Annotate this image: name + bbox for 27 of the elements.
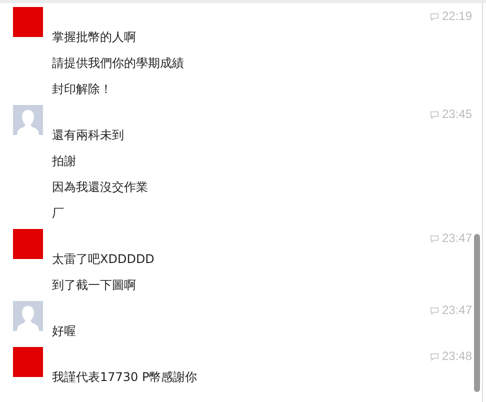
message-text: 封印解除！ <box>52 81 113 98</box>
scrollbar[interactable] <box>474 234 480 392</box>
reply-icon[interactable] <box>430 12 439 20</box>
message-text: 我謹代表17730 P幣感謝你 <box>52 369 198 386</box>
message-text: 請提供我們你的學期成績 <box>52 55 185 72</box>
message-text: 到了截一下圖啊 <box>52 277 137 294</box>
timestamp: 23:47 <box>442 303 472 317</box>
timestamp: 22:19 <box>442 9 472 23</box>
message-text: 還有兩科未到 <box>52 127 125 144</box>
message-text: 太雷了吧XDDDDD <box>52 251 156 268</box>
avatar <box>13 347 43 377</box>
timestamp: 23:48 <box>442 349 472 363</box>
avatar <box>13 7 43 37</box>
avatar <box>13 105 43 135</box>
reply-icon[interactable] <box>430 306 439 314</box>
avatar <box>13 229 43 259</box>
reply-icon[interactable] <box>430 234 439 242</box>
message-text: 因為我還沒交作業 <box>52 179 149 196</box>
reply-icon[interactable] <box>430 110 439 118</box>
message-text: 掌握批幣的人啊 <box>52 29 137 46</box>
timestamp: 23:47 <box>442 231 472 245</box>
message-text: 好喔 <box>52 323 77 340</box>
reply-icon[interactable] <box>430 352 439 360</box>
timestamp: 23:45 <box>442 107 472 121</box>
message-text: 拍謝 <box>52 153 77 170</box>
message-text: 厂 <box>52 205 65 222</box>
avatar <box>13 301 43 331</box>
